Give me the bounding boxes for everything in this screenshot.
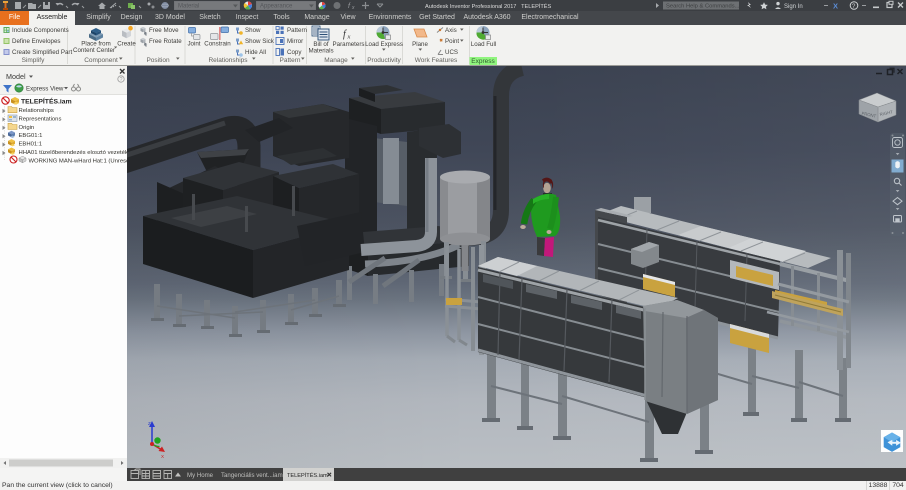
svg-text:Hide All: Hide All bbox=[245, 49, 266, 56]
svg-text:Appearance: Appearance bbox=[260, 3, 293, 9]
svg-text:Origin: Origin bbox=[19, 125, 35, 131]
svg-text:Show: Show bbox=[245, 27, 261, 34]
svg-text:Position: Position bbox=[146, 57, 170, 64]
svg-text:Component: Component bbox=[84, 57, 118, 64]
svg-text:?: ? bbox=[120, 77, 123, 83]
svg-text:My Home: My Home bbox=[187, 472, 214, 479]
svg-text:Tangenciális vent...iam: Tangenciális vent...iam bbox=[221, 472, 283, 479]
svg-text:Load Full: Load Full bbox=[471, 41, 496, 48]
svg-text:EBH01:1: EBH01:1 bbox=[19, 142, 43, 148]
svg-text:Material: Material bbox=[178, 3, 199, 9]
svg-text:Relationships: Relationships bbox=[19, 108, 54, 114]
svg-text:Point: Point bbox=[445, 38, 459, 45]
svg-text:f: f bbox=[348, 3, 351, 10]
svg-text:X: X bbox=[833, 2, 838, 11]
svg-text:Materials: Materials bbox=[308, 48, 333, 55]
svg-text:EBG01:1: EBG01:1 bbox=[19, 133, 43, 139]
svg-text:Mirror: Mirror bbox=[287, 38, 303, 45]
svg-text:Autodesk Inventor Professional: Autodesk Inventor Professional 2017 TELE… bbox=[425, 3, 552, 10]
svg-text:Create Simplified Part: Create Simplified Part bbox=[12, 49, 72, 56]
svg-text:Load Express: Load Express bbox=[365, 41, 403, 48]
svg-text:Plane: Plane bbox=[412, 41, 428, 48]
svg-text:f: f bbox=[343, 29, 347, 40]
svg-text:Representations: Representations bbox=[19, 116, 62, 122]
svg-text:UCS: UCS bbox=[445, 49, 458, 56]
svg-text:Z: Z bbox=[148, 421, 151, 426]
svg-text:TELEPÍTÉS.iam: TELEPÍTÉS.iam bbox=[287, 472, 328, 479]
svg-text:Pattern: Pattern bbox=[287, 27, 308, 34]
svg-text:Manage: Manage bbox=[324, 57, 348, 64]
svg-text:Axis: Axis bbox=[445, 27, 457, 34]
svg-text:Show Sick: Show Sick bbox=[245, 38, 275, 45]
svg-text:Express View: Express View bbox=[26, 86, 64, 93]
svg-text:Copy: Copy bbox=[287, 49, 302, 56]
svg-text:Create: Create bbox=[117, 41, 136, 48]
svg-text:WORKING MAN-wHard Hat:1 (Unres: WORKING MAN-wHard Hat:1 (Unresolved) bbox=[29, 158, 128, 164]
svg-text:Free Move: Free Move bbox=[149, 27, 179, 34]
svg-text:Simplify: Simplify bbox=[22, 57, 46, 64]
svg-text:Search Help & Commands...: Search Help & Commands... bbox=[666, 4, 740, 10]
svg-text:Joint: Joint bbox=[187, 41, 200, 48]
svg-text:Work Features: Work Features bbox=[415, 57, 458, 64]
svg-text:Define Envelopes: Define Envelopes bbox=[12, 38, 61, 45]
svg-text:TELEPÍTÉS.iam: TELEPÍTÉS.iam bbox=[21, 96, 72, 105]
svg-text:Free Rotate: Free Rotate bbox=[149, 38, 182, 45]
svg-text:Sign In: Sign In bbox=[784, 4, 803, 10]
svg-text:HHA01 tüzelőberendezés elosztó: HHA01 tüzelőberendezés elosztó vezetékke… bbox=[19, 150, 128, 156]
svg-text:x: x bbox=[347, 34, 351, 41]
svg-text:Relationships: Relationships bbox=[208, 57, 248, 64]
svg-text:Content Center: Content Center bbox=[73, 47, 115, 54]
svg-text:Parameters: Parameters bbox=[333, 41, 365, 48]
svg-text:Pattern: Pattern bbox=[280, 57, 301, 64]
svg-text:Include Components: Include Components bbox=[12, 27, 69, 34]
svg-text:Model: Model bbox=[6, 72, 26, 81]
svg-text:X: X bbox=[161, 454, 164, 459]
svg-text:Express: Express bbox=[471, 58, 495, 65]
svg-text:Productivity: Productivity bbox=[367, 57, 401, 64]
svg-text:Constrain: Constrain bbox=[204, 41, 231, 48]
